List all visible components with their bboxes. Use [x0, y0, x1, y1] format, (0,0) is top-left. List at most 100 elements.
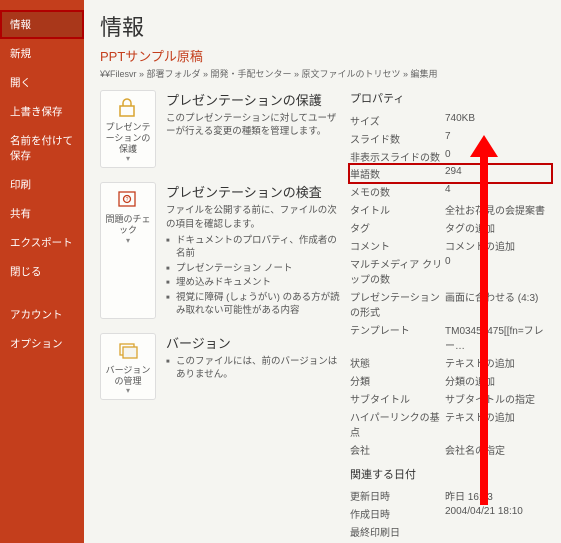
properties-heading[interactable]: プロパティ	[350, 90, 551, 106]
inspect-title: プレゼンテーションの検査	[166, 182, 340, 201]
property-row: 単語数294	[348, 163, 553, 184]
property-key: プレゼンテーションの形式	[350, 289, 445, 319]
property-row: メモの数4	[350, 182, 551, 200]
date-row: 作成日時2004/04/21 18:10	[350, 504, 551, 522]
sidebar-item-info[interactable]: 情報	[0, 10, 84, 39]
property-key: サブタイトル	[350, 391, 445, 406]
main-panel: 情報 PPTサンプル原稿 ¥¥Filesvr » 部署フォルダ » 開発・手配セ…	[84, 0, 561, 543]
property-key: 状態	[350, 355, 445, 370]
property-value[interactable]: タグの追加	[445, 220, 551, 235]
inspect-icon: ?	[115, 189, 141, 211]
list-item: プレゼンテーション ノート	[166, 262, 340, 277]
property-value: 7	[445, 131, 551, 146]
property-value: 0	[445, 256, 551, 286]
property-value: TM03457475[[fn=フレー…	[445, 322, 551, 352]
property-row: スライド数7	[350, 129, 551, 147]
inspect-desc: ファイルを公開する前に、ファイルの次の項目を確認します。	[166, 204, 340, 231]
backstage-sidebar: 情報 新規 開く 上書き保存 名前を付けて保存 印刷 共有 エクスポート 閉じる…	[0, 0, 84, 543]
property-row: タグタグの追加	[350, 218, 551, 236]
property-key: テンプレート	[350, 322, 445, 352]
property-row: サイズ740KB	[350, 111, 551, 129]
property-row: プレゼンテーションの形式画面に合わせる (4:3)	[350, 287, 551, 320]
property-value: 0	[445, 149, 551, 164]
property-row: 状態テキストの追加	[350, 353, 551, 371]
breadcrumb-path: ¥¥Filesvr » 部署フォルダ » 開発・手配センター » 原文ファイルの…	[100, 67, 551, 80]
sidebar-item-open[interactable]: 開く	[0, 68, 84, 97]
sidebar-item-share[interactable]: 共有	[0, 199, 84, 228]
protect-title: プレゼンテーションの保護	[166, 90, 340, 109]
property-row: コメントコメントの追加	[350, 236, 551, 254]
date-key: 作成日時	[350, 506, 445, 521]
related-dates-heading: 関連する日付	[350, 466, 551, 482]
sidebar-item-account[interactable]: アカウント	[0, 300, 84, 329]
property-row: マルチメディア クリップの数0	[350, 254, 551, 287]
section-inspect: ? 問題のチェック ▾ プレゼンテーションの検査 ファイルを公開する前に、ファイ…	[100, 182, 340, 318]
property-key: タグ	[350, 220, 445, 235]
sidebar-item-save[interactable]: 上書き保存	[0, 97, 84, 126]
sidebar-item-close[interactable]: 閉じる	[0, 257, 84, 286]
property-value: 294	[445, 165, 551, 182]
chevron-down-icon: ▾	[103, 386, 153, 395]
property-row: タイトル全社お花見の会提案書	[350, 200, 551, 218]
check-issues-button[interactable]: ? 問題のチェック ▾	[100, 182, 156, 318]
property-key: コメント	[350, 238, 445, 253]
versions-title: バージョン	[166, 333, 340, 352]
property-key: 非表示スライドの数	[350, 149, 445, 164]
manage-versions-button[interactable]: バージョンの管理 ▾	[100, 333, 156, 401]
property-key: メモの数	[350, 184, 445, 199]
property-row: サブタイトルサブタイトルの指定	[350, 389, 551, 407]
page-title: 情報	[100, 10, 551, 42]
property-key: 単語数	[350, 165, 445, 182]
chevron-down-icon: ▾	[103, 154, 153, 163]
property-key: マルチメディア クリップの数	[350, 256, 445, 286]
list-item: このファイルには、前のバージョンはありません。	[166, 355, 340, 383]
property-value[interactable]: コメントの追加	[445, 238, 551, 253]
property-value: 740KB	[445, 113, 551, 128]
sidebar-item-new[interactable]: 新規	[0, 39, 84, 68]
property-row: 会社会社名の指定	[350, 440, 551, 458]
property-row: 分類分類の追加	[350, 371, 551, 389]
date-key: 更新日時	[350, 488, 445, 503]
property-value[interactable]: テキストの追加	[445, 409, 551, 439]
date-value: 昨日 16:03	[445, 488, 551, 503]
property-value: 画面に合わせる (4:3)	[445, 289, 551, 319]
protect-desc: このプレゼンテーションに対してユーザーが行える変更の種類を管理します。	[166, 112, 340, 139]
chevron-down-icon: ▾	[103, 236, 153, 245]
list-item: 埋め込みドキュメント	[166, 276, 340, 291]
document-title: PPTサンプル原稿	[100, 46, 551, 65]
property-row: テンプレートTM03457475[[fn=フレー…	[350, 320, 551, 353]
property-key: 分類	[350, 373, 445, 388]
property-key: スライド数	[350, 131, 445, 146]
info-sections: プレゼンテーションの保護 ▾ プレゼンテーションの保護 このプレゼンテーションに…	[100, 90, 340, 543]
inspect-list: ドキュメントのプロパティ、作成者の名前 プレゼンテーション ノート 埋め込みドキ…	[166, 234, 340, 319]
property-value[interactable]: サブタイトルの指定	[445, 391, 551, 406]
date-value	[445, 524, 551, 539]
list-item: 視覚に障碍 (しょうがい) のある方が読み取れない可能性がある内容	[166, 291, 340, 319]
property-key: サイズ	[350, 113, 445, 128]
date-row: 最終印刷日	[350, 522, 551, 540]
property-value[interactable]: テキストの追加	[445, 355, 551, 370]
property-value: 全社お花見の会提案書	[445, 202, 551, 217]
lock-icon	[115, 97, 141, 119]
section-versions: バージョンの管理 ▾ バージョン このファイルには、前のバージョンはありません。	[100, 333, 340, 401]
date-key: 最終印刷日	[350, 524, 445, 539]
protect-presentation-button[interactable]: プレゼンテーションの保護 ▾	[100, 90, 156, 168]
property-value[interactable]: 会社名の指定	[445, 442, 551, 457]
properties-panel: プロパティ サイズ740KBスライド数7非表示スライドの数0単語数294メモの数…	[350, 90, 551, 543]
sidebar-item-export[interactable]: エクスポート	[0, 228, 84, 257]
list-item: ドキュメントのプロパティ、作成者の名前	[166, 234, 340, 262]
property-value[interactable]: 分類の追加	[445, 373, 551, 388]
sidebar-item-print[interactable]: 印刷	[0, 170, 84, 199]
property-row: 非表示スライドの数0	[350, 147, 551, 165]
property-value: 4	[445, 184, 551, 199]
section-protect: プレゼンテーションの保護 ▾ プレゼンテーションの保護 このプレゼンテーションに…	[100, 90, 340, 168]
sidebar-item-options[interactable]: オプション	[0, 329, 84, 358]
property-key: タイトル	[350, 202, 445, 217]
date-value: 2004/04/21 18:10	[445, 506, 551, 521]
property-key: ハイパーリンクの基点	[350, 409, 445, 439]
sidebar-item-saveas[interactable]: 名前を付けて保存	[0, 126, 84, 170]
svg-text:?: ?	[126, 197, 129, 203]
property-key: 会社	[350, 442, 445, 457]
property-row: ハイパーリンクの基点テキストの追加	[350, 407, 551, 440]
date-row: 更新日時昨日 16:03	[350, 486, 551, 504]
